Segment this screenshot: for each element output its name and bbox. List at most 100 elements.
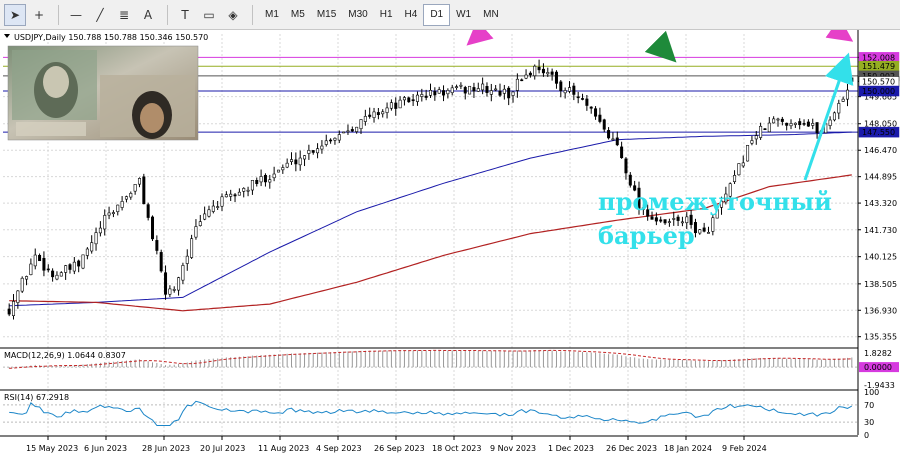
date-tick-label: 26 Sep 2023 bbox=[374, 444, 425, 453]
shapes-icon[interactable]: ◈ bbox=[222, 4, 244, 26]
trend-line-icon[interactable]: ╱ bbox=[89, 4, 111, 26]
toolbar-divider bbox=[252, 4, 253, 25]
candle bbox=[190, 234, 194, 260]
candle bbox=[428, 83, 432, 99]
price-label-text: 151.479 bbox=[862, 62, 895, 71]
price-tick-label: 141.730 bbox=[864, 226, 897, 235]
rectangle-icon[interactable]: ▭ bbox=[198, 4, 220, 26]
candle bbox=[342, 131, 346, 134]
currency-banknote-photo bbox=[7, 45, 199, 141]
candle bbox=[498, 83, 502, 97]
candle bbox=[224, 191, 228, 198]
candle bbox=[207, 205, 211, 218]
candle bbox=[589, 106, 593, 114]
candle bbox=[246, 186, 250, 197]
text-label-icon[interactable]: T bbox=[174, 4, 196, 26]
date-tick-label: 1 Dec 2023 bbox=[548, 444, 594, 453]
horizontal-line-icon[interactable]: — bbox=[65, 4, 87, 26]
collapse-triangle-icon[interactable] bbox=[4, 34, 10, 38]
macd-tick-label: 0.0000 bbox=[864, 363, 892, 372]
arrow-cursor-icon[interactable]: ➤ bbox=[4, 3, 26, 26]
candle bbox=[459, 82, 463, 90]
candle bbox=[463, 85, 467, 100]
candle bbox=[172, 286, 176, 293]
text-tool-icon[interactable]: A bbox=[137, 4, 159, 26]
date-tick-label: 15 May 2023 bbox=[26, 444, 78, 453]
candle bbox=[255, 177, 259, 187]
candle bbox=[142, 173, 146, 205]
fibonacci-icon[interactable]: ≣ bbox=[113, 4, 135, 26]
candle bbox=[233, 193, 237, 203]
candle bbox=[29, 258, 33, 276]
crosshair-icon[interactable]: + bbox=[28, 4, 50, 26]
rsi-panel: RSI(14) 67.2918 100 70 30 0 bbox=[0, 388, 879, 440]
candle bbox=[759, 122, 763, 140]
timeframe-h1[interactable]: H1 bbox=[374, 4, 399, 26]
candle bbox=[442, 85, 446, 102]
candle bbox=[107, 206, 111, 220]
rsi-tick-label: 70 bbox=[864, 401, 874, 410]
price-tick-label: 146.470 bbox=[864, 146, 897, 155]
date-tick-label: 18 Oct 2023 bbox=[432, 444, 481, 453]
rsi-tick-label: 30 bbox=[864, 418, 874, 427]
candle bbox=[806, 119, 810, 127]
candle bbox=[711, 214, 715, 236]
candle bbox=[602, 118, 606, 133]
candle bbox=[455, 84, 459, 90]
date-tick-label: 20 Jul 2023 bbox=[200, 444, 245, 453]
candle bbox=[437, 86, 441, 94]
timeframe-d1[interactable]: D1 bbox=[423, 3, 451, 26]
candle bbox=[159, 249, 163, 273]
candle bbox=[624, 157, 628, 180]
candle bbox=[520, 78, 524, 82]
candle bbox=[346, 124, 350, 135]
candle bbox=[372, 107, 376, 123]
timeframe-m30[interactable]: M30 bbox=[342, 4, 373, 26]
candle bbox=[615, 131, 619, 147]
annotation-line-1: промежуточный bbox=[598, 187, 832, 216]
price-label-text: 147.550 bbox=[862, 128, 895, 137]
magenta-arrow-right bbox=[825, 30, 854, 42]
candle bbox=[155, 235, 159, 255]
candle bbox=[237, 188, 241, 196]
candle bbox=[433, 87, 437, 101]
chart-canvas[interactable]: 152.008150.570149.665148.050146.470144.8… bbox=[0, 30, 900, 459]
timeframe-m1[interactable]: M1 bbox=[259, 4, 285, 26]
candle bbox=[528, 71, 532, 78]
candle bbox=[276, 169, 280, 173]
timeframe-mn[interactable]: MN bbox=[477, 4, 505, 26]
date-tick-label: 28 Jun 2023 bbox=[142, 444, 190, 453]
candle bbox=[385, 102, 389, 119]
timeframe-h4[interactable]: H4 bbox=[399, 4, 424, 26]
candle bbox=[316, 143, 320, 159]
candle bbox=[802, 119, 806, 127]
candle bbox=[541, 63, 545, 77]
timeframe-w1[interactable]: W1 bbox=[450, 4, 477, 26]
candle bbox=[620, 141, 624, 159]
price-tick-label: 140.125 bbox=[864, 253, 897, 262]
candle bbox=[324, 134, 328, 147]
candle bbox=[90, 235, 94, 254]
candle bbox=[320, 140, 324, 154]
candle bbox=[815, 122, 819, 139]
chart-area: 152.008150.570149.665148.050146.470144.8… bbox=[0, 30, 900, 459]
candle bbox=[333, 137, 337, 145]
candle bbox=[94, 227, 98, 251]
candle bbox=[168, 285, 172, 298]
candle bbox=[133, 184, 137, 195]
timeframe-m15[interactable]: M15 bbox=[311, 4, 342, 26]
toolbar-divider bbox=[58, 4, 59, 25]
date-tick-label: 11 Aug 2023 bbox=[258, 444, 309, 453]
candle bbox=[481, 77, 485, 95]
chart-toolbar: ➤ + — ╱ ≣ A T ▭ ◈ M1 M5 M15 M30 H1 H4 D1 W1 MN bbox=[0, 0, 900, 30]
candle bbox=[785, 122, 789, 131]
candle bbox=[116, 204, 120, 216]
date-tick-label: 4 Sep 2023 bbox=[316, 444, 362, 453]
candle bbox=[828, 116, 832, 130]
candle bbox=[211, 200, 215, 214]
timeframe-m5[interactable]: M5 bbox=[285, 4, 311, 26]
candle bbox=[793, 122, 797, 128]
candle bbox=[811, 118, 815, 130]
candle bbox=[329, 138, 333, 144]
candle bbox=[64, 264, 68, 280]
